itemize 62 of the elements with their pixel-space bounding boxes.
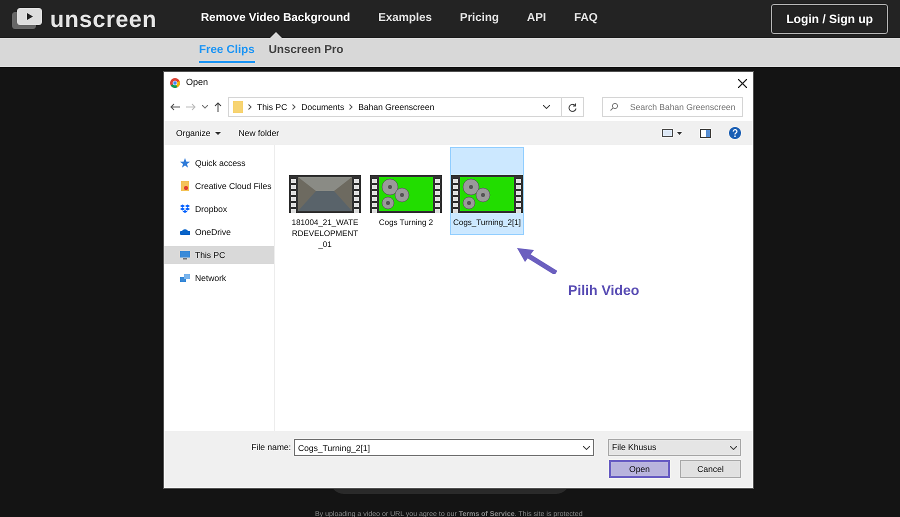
organize-menu[interactable]: Organize	[176, 126, 220, 140]
folder-icon	[233, 101, 243, 113]
nav-pane-item[interactable]: This PC	[164, 246, 274, 264]
cogs-video-thumbnail	[451, 175, 523, 213]
chevron-right-icon	[292, 104, 296, 110]
file-type-dropdown[interactable]: File Khusus	[608, 439, 741, 456]
file-item[interactable]: Cogs Turning 2	[369, 147, 443, 235]
close-icon[interactable]	[738, 78, 747, 88]
dropdown-chevron-icon[interactable]	[583, 446, 590, 450]
chevron-icon[interactable]	[202, 105, 208, 109]
file-item[interactable]: 181004_21_WATERDEVELOPMENT_01	[288, 147, 362, 257]
caret-icon	[214, 132, 220, 134]
breadcrumb-item[interactable]: Bahan Greenscreen	[358, 100, 434, 114]
nav-pane-item[interactable]: OneDrive	[164, 223, 274, 241]
breadcrumb-item[interactable]: This PC	[257, 100, 288, 114]
help-icon[interactable]	[729, 127, 741, 139]
dialog-title: Open	[186, 76, 208, 90]
nav-link[interactable]: Examples	[378, 0, 432, 38]
refresh-icon[interactable]	[568, 102, 577, 112]
annotation-label: Pilih Video	[568, 281, 640, 300]
logo-text[interactable]: unscreen	[50, 2, 157, 36]
nav-pane-item[interactable]: Quick access	[164, 154, 274, 172]
up-arrow-icon[interactable]	[214, 102, 222, 112]
file-name-field[interactable]: Cogs_Turning_2[1]	[294, 439, 594, 456]
file-name: Cogs Turning 2	[378, 217, 434, 228]
search-field[interactable]: Search Bahan Greenscreen	[602, 97, 743, 117]
open-button[interactable]: Open	[609, 460, 670, 478]
breadcrumb-item[interactable]: Documents	[301, 100, 344, 114]
browser-icon	[170, 78, 180, 88]
star-icon	[180, 158, 190, 168]
cancel-button[interactable]: Cancel	[680, 460, 741, 478]
dropdown-chevron-icon[interactable]	[543, 105, 550, 109]
cogs-video-thumbnail	[370, 175, 442, 213]
file-item[interactable]: Cogs_Turning_2[1]	[450, 147, 524, 235]
onedrive-icon	[180, 227, 190, 237]
video-thumbnail	[289, 175, 361, 213]
nav-link[interactable]: API	[526, 0, 546, 38]
login-button[interactable]: Login / Sign up	[771, 4, 888, 34]
subnav-tab[interactable]: Unscreen Pro	[268, 42, 344, 63]
new-folder-button[interactable]: New folder	[238, 126, 280, 140]
pointer-arrow	[515, 246, 557, 274]
search-icon	[610, 103, 618, 111]
view-options-icon[interactable]	[662, 129, 682, 137]
nav-pane-item[interactable]: Dropbox	[164, 200, 274, 218]
chevron-right-icon	[248, 104, 252, 110]
nav-link[interactable]: Pricing	[460, 0, 499, 38]
network-icon	[180, 273, 190, 283]
dropbox-icon	[180, 204, 190, 214]
cloudfiles-icon	[180, 181, 190, 191]
back-arrow-icon[interactable]	[170, 103, 180, 111]
dropdown-chevron-icon	[730, 446, 737, 450]
address-bar[interactable]: This PC Documents Bahan Greenscreen	[228, 97, 584, 117]
nav-pane-item[interactable]: Creative Cloud Files	[164, 177, 274, 195]
pc-icon	[180, 250, 190, 260]
file-name-label: File name:	[251, 441, 291, 454]
preview-pane-icon[interactable]	[700, 128, 711, 138]
logo-icon	[12, 8, 42, 30]
file-name: Cogs_Turning_2[1]	[452, 217, 522, 228]
nav-link[interactable]: FAQ	[574, 0, 598, 38]
file-name: 181004_21_WATERDEVELOPMENT_01	[290, 217, 360, 250]
chevron-right-icon	[349, 104, 354, 110]
nav-pane-item[interactable]: Network	[164, 269, 274, 287]
